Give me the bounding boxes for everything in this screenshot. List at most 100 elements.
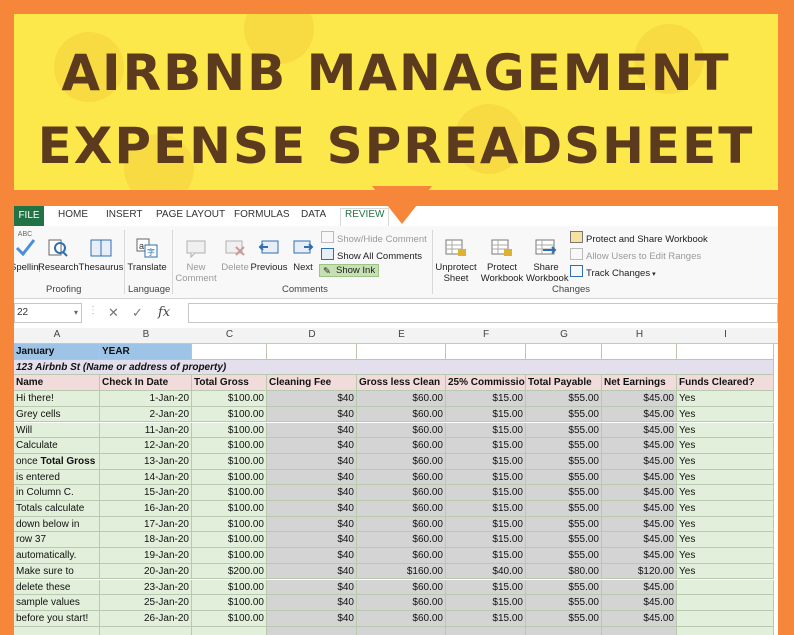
table-cell[interactable]: $80.00 [526,563,602,580]
unprotect-sheet-button[interactable]: Unprotect Sheet [434,238,478,284]
table-cell[interactable]: $55.00 [526,391,602,407]
month-cell[interactable]: January [14,344,100,360]
column-header-g[interactable]: G [526,329,602,340]
chevron-down-icon[interactable]: ▾ [74,304,78,322]
table-cell[interactable]: $40 [267,469,357,486]
table-cell[interactable] [677,595,774,611]
table-cell[interactable]: $40 [267,532,357,549]
table-cell[interactable]: $55.00 [526,438,602,454]
table-cell[interactable]: $45.00 [602,579,677,596]
cell[interactable] [602,626,677,635]
table-cell[interactable]: $40 [267,406,357,423]
table-cell[interactable]: Yes [677,532,774,549]
table-cell[interactable]: Yes [677,548,774,564]
tab-formulas[interactable]: FORMULAS [234,209,290,220]
table-cell[interactable]: Yes [677,469,774,486]
tab-home[interactable]: HOME [58,209,88,220]
table-cell[interactable]: $60.00 [357,501,446,517]
column-title-3[interactable]: Cleaning Fee [267,375,357,392]
table-cell[interactable]: 11-Jan-20 [100,422,192,439]
table-cell[interactable]: $55.00 [526,595,602,611]
table-cell[interactable]: $100.00 [192,610,267,627]
table-cell[interactable]: 26-Jan-20 [100,610,192,627]
table-cell[interactable]: Yes [677,453,774,470]
table-cell[interactable]: 18-Jan-20 [100,532,192,549]
column-title-1[interactable]: Check In Date [100,375,192,392]
table-cell[interactable]: 20-Jan-20 [100,563,192,580]
cell[interactable] [14,626,100,635]
table-cell[interactable]: $100.00 [192,422,267,439]
column-title-5[interactable]: 25% Commission [446,375,526,392]
table-cell[interactable]: 16-Jan-20 [100,501,192,517]
cell[interactable] [677,626,774,635]
year-cell[interactable]: YEAR [100,344,192,360]
table-cell[interactable]: $15.00 [446,501,526,517]
tab-insert[interactable]: INSERT [106,209,143,220]
table-cell[interactable]: $45.00 [602,548,677,564]
table-cell[interactable]: $45.00 [602,469,677,486]
table-cell[interactable]: row 37 [14,532,100,549]
table-cell[interactable]: $45.00 [602,438,677,454]
table-cell[interactable]: Yes [677,563,774,580]
table-cell[interactable]: $60.00 [357,548,446,564]
table-cell[interactable]: $15.00 [446,579,526,596]
show-hide-comment-button[interactable]: Show/Hide Comment [321,231,427,245]
table-cell[interactable]: once Total Gross [14,453,100,470]
spelling-button[interactable]: ABC Spelling [14,229,40,273]
table-cell[interactable]: $100.00 [192,595,267,611]
delete-comment-button[interactable]: Delete [220,238,250,273]
table-cell[interactable]: $45.00 [602,501,677,517]
table-cell[interactable]: $100.00 [192,438,267,454]
table-cell[interactable]: $45.00 [602,406,677,423]
insert-function-icon[interactable]: fx [158,305,170,320]
name-box[interactable]: 22 ▾ [14,303,82,323]
table-cell[interactable]: $55.00 [526,548,602,564]
table-cell[interactable]: $60.00 [357,485,446,501]
table-cell[interactable] [677,610,774,627]
table-cell[interactable]: 2-Jan-20 [100,406,192,423]
new-comment-button[interactable]: New Comment [174,238,218,284]
table-cell[interactable]: $45.00 [602,391,677,407]
table-cell[interactable]: $40 [267,563,357,580]
table-cell[interactable]: Make sure to [14,563,100,580]
table-cell[interactable]: $55.00 [526,579,602,596]
column-title-4[interactable]: Gross less Clean [357,375,446,392]
column-header-b[interactable]: B [100,329,192,340]
column-title-8[interactable]: Funds Cleared? [677,375,774,392]
protect-share-workbook-button[interactable]: Protect and Share Workbook [570,231,708,245]
table-cell[interactable]: $15.00 [446,548,526,564]
table-cell[interactable]: $55.00 [526,516,602,533]
table-cell[interactable]: $15.00 [446,595,526,611]
cell[interactable] [602,344,677,360]
column-title-0[interactable]: Name [14,375,100,392]
column-title-2[interactable]: Total Gross [192,375,267,392]
table-cell[interactable]: Hi there! [14,391,100,407]
table-cell[interactable]: Yes [677,501,774,517]
table-cell[interactable]: Grey cells [14,406,100,423]
column-header-a[interactable]: A [14,329,100,340]
track-changes-button[interactable]: Track Changes ▾ [570,265,656,279]
column-header-f[interactable]: F [446,329,526,340]
table-cell[interactable]: $60.00 [357,579,446,596]
table-cell[interactable]: $40 [267,391,357,407]
table-cell[interactable]: $45.00 [602,516,677,533]
table-cell[interactable]: $15.00 [446,453,526,470]
table-cell[interactable]: $45.00 [602,422,677,439]
table-cell[interactable]: $15.00 [446,532,526,549]
cell[interactable] [357,626,446,635]
table-cell[interactable]: $15.00 [446,469,526,486]
table-cell[interactable]: $100.00 [192,469,267,486]
cell[interactable] [100,626,192,635]
table-cell[interactable]: $45.00 [602,595,677,611]
table-cell[interactable]: $40 [267,516,357,533]
table-cell[interactable]: $100.00 [192,532,267,549]
cell[interactable] [192,344,267,360]
formula-input[interactable] [188,303,778,323]
table-cell[interactable]: $40 [267,610,357,627]
cell[interactable] [677,344,774,360]
table-cell[interactable]: 13-Jan-20 [100,453,192,470]
cell[interactable] [446,626,526,635]
table-cell[interactable]: $100.00 [192,579,267,596]
table-cell[interactable]: $45.00 [602,485,677,501]
research-button[interactable]: Research [38,238,79,273]
